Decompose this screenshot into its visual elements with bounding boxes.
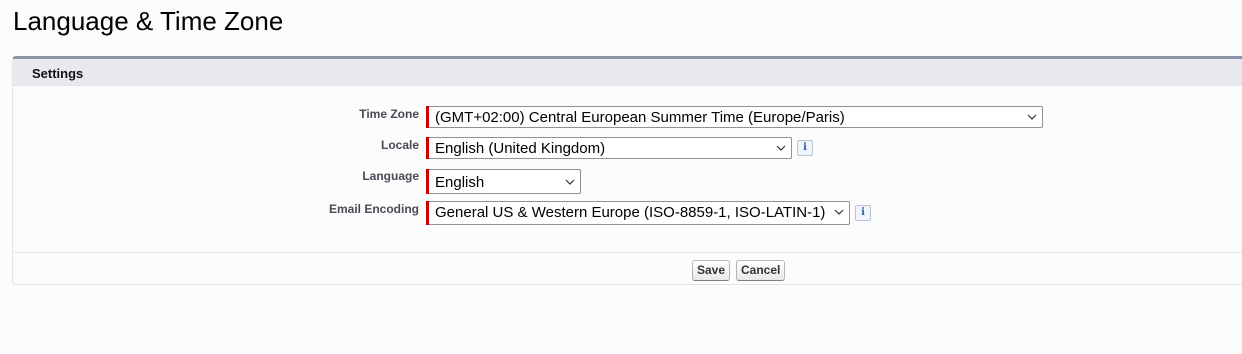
time-zone-select[interactable]: (GMT+02:00) Central European Summer Time… [429, 106, 1043, 128]
language-label: Language [362, 169, 419, 183]
language-value: English [435, 174, 485, 191]
time-zone-value: (GMT+02:00) Central European Summer Time… [435, 109, 845, 126]
email-encoding-select[interactable]: General US & Western Europe (ISO-8859-1,… [429, 201, 850, 225]
info-icon[interactable]: i [797, 140, 813, 156]
save-button[interactable]: Save [692, 260, 730, 281]
cancel-button[interactable]: Cancel [736, 260, 785, 281]
chevron-down-icon [776, 145, 786, 151]
locale-label: Locale [380, 138, 419, 152]
settings-panel: Settings Time Zone (GMT+02:00) Central E… [12, 56, 1242, 285]
locale-value: English (United Kingdom) [435, 140, 606, 157]
chevron-down-icon [565, 179, 575, 185]
divider [13, 252, 1242, 253]
time-zone-label: Time Zone [359, 107, 419, 121]
section-header: Settings [13, 59, 1242, 86]
page-title: Language & Time Zone [13, 6, 284, 36]
section-title: Settings [32, 66, 84, 81]
info-icon[interactable]: i [855, 205, 871, 221]
locale-select[interactable]: English (United Kingdom) [429, 137, 792, 159]
chevron-down-icon [834, 209, 844, 215]
language-select[interactable]: English [429, 169, 581, 194]
email-encoding-value: General US & Western Europe (ISO-8859-1,… [435, 204, 826, 221]
email-encoding-label: Email Encoding [328, 202, 419, 216]
chevron-down-icon [1027, 114, 1037, 120]
